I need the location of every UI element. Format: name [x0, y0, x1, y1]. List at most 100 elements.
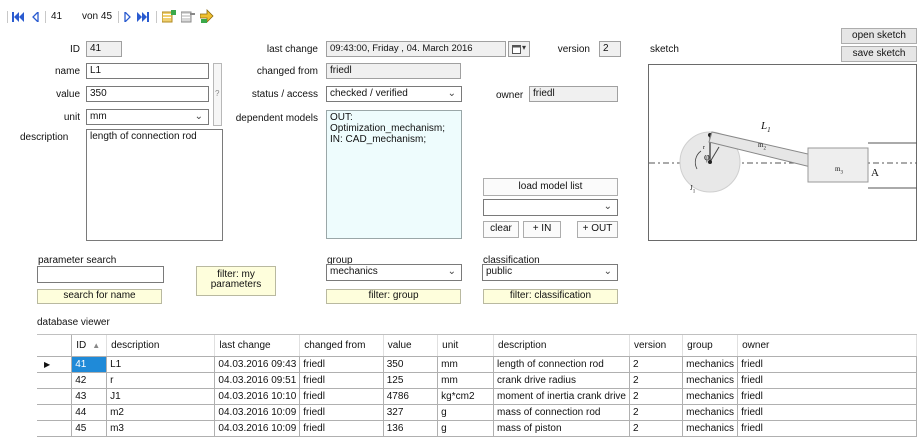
add-out-button[interactable]: + OUT: [577, 221, 618, 238]
table-cell[interactable]: friedl: [299, 372, 384, 389]
load-model-list-button[interactable]: load model list: [483, 178, 618, 196]
table-cell[interactable]: friedl: [737, 372, 917, 389]
table-cell[interactable]: 44: [71, 404, 108, 421]
table-cell[interactable]: g: [437, 404, 495, 421]
row-selector[interactable]: [37, 404, 73, 421]
table-cell[interactable]: mass of connection rod: [493, 404, 630, 421]
date-picker-button[interactable]: ▾: [508, 41, 530, 57]
unit-select[interactable]: mm ⌄: [86, 109, 209, 125]
table-row[interactable]: ▶ 41 L1 04.03.2016 09:43 friedl 350 mm l…: [37, 356, 917, 373]
row-selector[interactable]: ▶: [37, 356, 73, 373]
column-header[interactable]: owner: [737, 335, 917, 357]
table-cell[interactable]: r: [106, 372, 216, 389]
filter-classification-button[interactable]: filter: classification: [483, 289, 618, 304]
next-record-icon[interactable]: [124, 12, 131, 22]
table-cell[interactable]: 43: [71, 388, 108, 405]
table-cell[interactable]: friedl: [737, 404, 917, 421]
column-header[interactable]: version: [629, 335, 684, 357]
add-record-icon[interactable]: [162, 10, 176, 23]
filter-group-button[interactable]: filter: group: [326, 289, 461, 304]
table-cell[interactable]: friedl: [299, 404, 384, 421]
column-header[interactable]: changed from: [299, 335, 384, 357]
save-record-icon[interactable]: [200, 9, 214, 23]
row-selector[interactable]: [37, 420, 73, 437]
table-cell[interactable]: friedl: [299, 388, 384, 405]
open-sketch-button[interactable]: open sketch: [841, 28, 917, 44]
table-cell[interactable]: friedl: [737, 388, 917, 405]
column-header[interactable]: description: [493, 335, 630, 357]
column-header[interactable]: ID ▲: [71, 335, 108, 357]
last-record-icon[interactable]: [137, 12, 150, 22]
dependent-models-list[interactable]: OUT: Optimization_mechanism; IN: CAD_mec…: [326, 110, 462, 239]
database-viewer-grid[interactable]: ID ▲ description last change changed from…: [37, 334, 917, 442]
table-cell[interactable]: 125: [383, 372, 439, 389]
previous-record-icon[interactable]: [32, 12, 39, 22]
table-cell[interactable]: mechanics: [682, 372, 739, 389]
column-header[interactable]: last change: [214, 335, 301, 357]
sketch-canvas[interactable]: L1 m2 m3 A r φ J1: [648, 64, 917, 241]
table-cell[interactable]: mechanics: [682, 420, 739, 437]
table-row[interactable]: 43 J1 04.03.2016 10:10 friedl 4786 kg*cm…: [37, 388, 917, 405]
table-cell[interactable]: 2: [629, 372, 684, 389]
search-for-name-button[interactable]: search for name: [37, 289, 162, 304]
table-cell[interactable]: mechanics: [682, 388, 739, 405]
table-cell[interactable]: 136: [383, 420, 439, 437]
delete-record-icon[interactable]: [181, 10, 195, 23]
unit-help-button[interactable]: ?: [213, 63, 222, 126]
row-selector[interactable]: [37, 388, 73, 405]
table-cell[interactable]: moment of inertia crank drive: [493, 388, 630, 405]
table-cell[interactable]: mm: [437, 356, 495, 373]
table-cell[interactable]: friedl: [737, 420, 917, 437]
table-cell[interactable]: crank drive radius: [493, 372, 630, 389]
table-row[interactable]: 42 r 04.03.2016 09:51 friedl 125 mm cran…: [37, 372, 917, 389]
status-access-select[interactable]: checked / verified ⌄: [326, 86, 462, 102]
group-select[interactable]: mechanics ⌄: [326, 264, 462, 281]
table-cell[interactable]: 2: [629, 388, 684, 405]
column-header[interactable]: group: [682, 335, 739, 357]
current-record-number[interactable]: 41: [51, 9, 62, 25]
column-header[interactable]: description: [106, 335, 216, 357]
save-sketch-button[interactable]: save sketch: [841, 46, 917, 62]
table-cell[interactable]: mass of piston: [493, 420, 630, 437]
table-cell[interactable]: g: [437, 420, 495, 437]
table-cell[interactable]: 42: [71, 372, 108, 389]
parameter-search-input[interactable]: [37, 266, 164, 283]
table-cell[interactable]: 04.03.2016 10:10: [214, 388, 301, 405]
table-cell[interactable]: 4786: [383, 388, 439, 405]
add-in-button[interactable]: + IN: [523, 221, 561, 238]
first-record-icon[interactable]: [12, 12, 25, 22]
value-input[interactable]: 350: [86, 86, 209, 102]
table-cell[interactable]: 04.03.2016 09:51: [214, 372, 301, 389]
table-cell[interactable]: 2: [629, 404, 684, 421]
table-row[interactable]: 44 m2 04.03.2016 10:09 friedl 327 g mass…: [37, 404, 917, 421]
name-input[interactable]: L1: [86, 63, 209, 79]
table-cell[interactable]: 04.03.2016 10:09: [214, 404, 301, 421]
column-header[interactable]: value: [383, 335, 439, 357]
table-cell[interactable]: 327: [383, 404, 439, 421]
model-list-select[interactable]: ⌄: [483, 199, 618, 216]
table-cell[interactable]: 2: [629, 420, 684, 437]
table-cell[interactable]: 04.03.2016 09:43: [214, 356, 301, 373]
filter-my-parameters-button[interactable]: filter: my parameters: [196, 266, 276, 296]
description-textarea[interactable]: length of connection rod: [86, 129, 223, 241]
table-cell[interactable]: L1: [106, 356, 216, 373]
table-cell[interactable]: 45: [71, 420, 108, 437]
table-cell[interactable]: J1: [106, 388, 216, 405]
table-cell[interactable]: mechanics: [682, 356, 739, 373]
table-cell[interactable]: friedl: [299, 420, 384, 437]
column-header[interactable]: unit: [437, 335, 495, 357]
row-selector[interactable]: [37, 372, 73, 389]
table-cell[interactable]: m3: [106, 420, 216, 437]
table-cell[interactable]: length of connection rod: [493, 356, 630, 373]
classification-select[interactable]: public ⌄: [482, 264, 618, 281]
table-row[interactable]: 45 m3 04.03.2016 10:09 friedl 136 g mass…: [37, 420, 917, 437]
table-cell[interactable]: mechanics: [682, 404, 739, 421]
table-cell[interactable]: friedl: [299, 356, 384, 373]
table-cell[interactable]: kg*cm2: [437, 388, 495, 405]
clear-button[interactable]: clear: [483, 221, 519, 238]
table-cell[interactable]: 350: [383, 356, 439, 373]
table-cell[interactable]: 04.03.2016 10:09: [214, 420, 301, 437]
table-cell[interactable]: 41: [71, 356, 108, 373]
table-cell[interactable]: mm: [437, 372, 495, 389]
table-cell[interactable]: friedl: [737, 356, 917, 373]
